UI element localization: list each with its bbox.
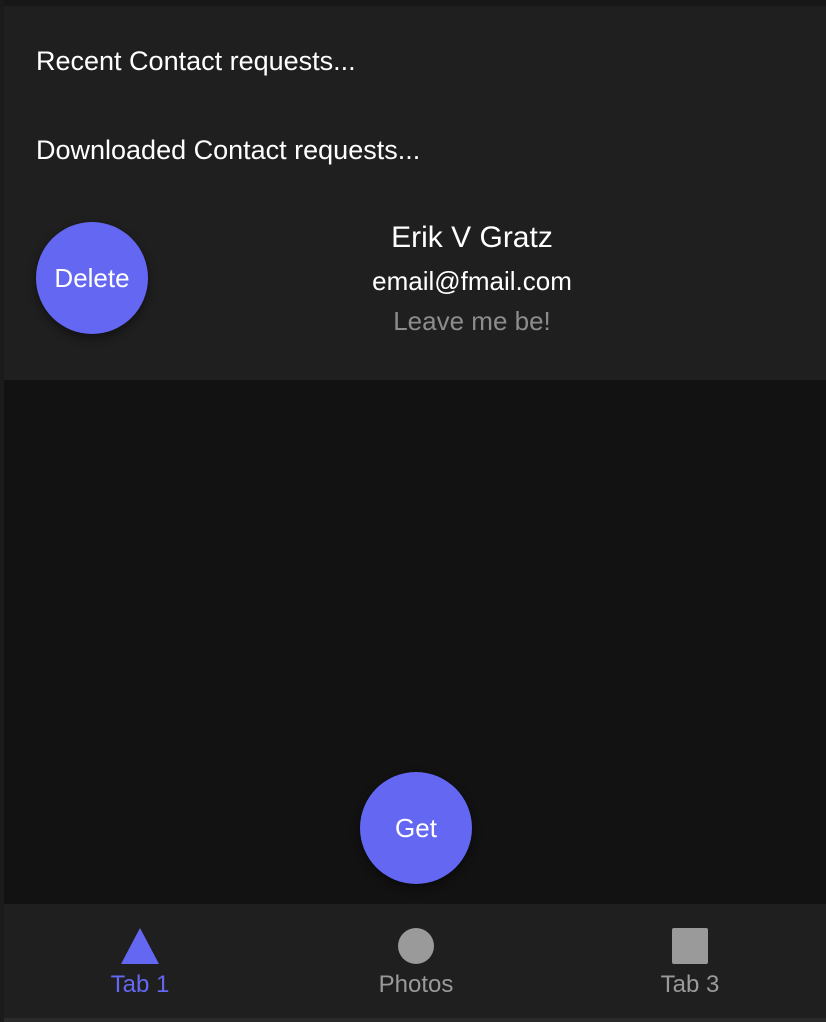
square-icon (672, 928, 708, 964)
tab-photos-label: Photos (378, 971, 454, 998)
tab-3-label: Tab 3 (660, 971, 720, 998)
get-button[interactable]: Get (360, 772, 472, 884)
tab-photos[interactable]: Photos (316, 904, 516, 1018)
triangle-icon (121, 928, 159, 964)
bottom-edge (4, 1018, 826, 1022)
recent-contact-requests-label[interactable]: Recent Contact requests... (36, 45, 356, 77)
tab-1-label: Tab 1 (110, 971, 170, 998)
contact-email: email@fmail.com (372, 266, 572, 296)
contact-requests-panel: Recent Contact requests... Downloaded Co… (4, 6, 826, 380)
downloaded-contact-requests-label[interactable]: Downloaded Contact requests... (36, 134, 420, 166)
tab-1[interactable]: Tab 1 (40, 904, 240, 1018)
contact-message: Leave me be! (393, 306, 551, 336)
contact-name: Erik V Gratz (391, 221, 553, 254)
tab-3[interactable]: Tab 3 (590, 904, 790, 1018)
circle-icon (398, 928, 434, 964)
delete-button[interactable]: Delete (36, 222, 148, 334)
app-window: Recent Contact requests... Downloaded Co… (4, 0, 826, 1022)
tab-bar: Tab 1 Photos Tab 3 (4, 904, 826, 1018)
